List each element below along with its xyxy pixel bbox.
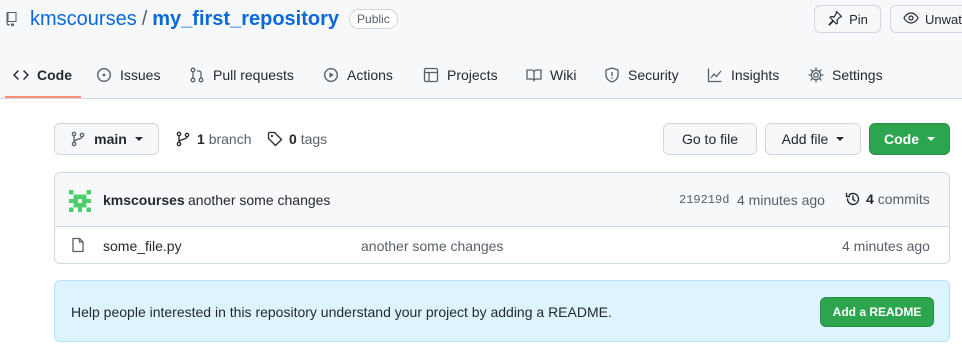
tab-label: Projects bbox=[447, 67, 498, 83]
visibility-badge: Public bbox=[349, 9, 398, 29]
tab-label: Code bbox=[37, 67, 72, 83]
tag-count: 0 bbox=[289, 131, 297, 147]
branch-name: main bbox=[94, 131, 127, 147]
file-icon bbox=[70, 237, 86, 253]
repo-icon bbox=[6, 10, 20, 28]
chevron-down-icon bbox=[927, 137, 935, 141]
repo-title: kmscourses / my_first_repository Public bbox=[6, 6, 398, 32]
tab-label: Issues bbox=[120, 67, 161, 83]
tab-security[interactable]: Security bbox=[604, 58, 679, 92]
add-readme-label: Add a README bbox=[832, 305, 922, 319]
tab-actions[interactable]: Actions bbox=[323, 58, 393, 92]
git-branch-icon bbox=[175, 131, 191, 147]
pull-request-icon bbox=[189, 67, 205, 83]
code-icon bbox=[13, 67, 29, 83]
commit-message-link[interactable]: another some changes bbox=[188, 192, 330, 208]
commits-link[interactable]: 4 commits bbox=[845, 191, 930, 207]
file-row[interactable]: some_file.py another some changes 4 minu… bbox=[55, 227, 949, 263]
tab-issues[interactable]: Issues bbox=[96, 58, 160, 92]
branch-word: branch bbox=[208, 131, 252, 147]
branches-link[interactable]: 1 branch bbox=[175, 128, 252, 150]
repo-header: kmscourses / my_first_repository Public … bbox=[0, 0, 962, 99]
table-icon bbox=[423, 67, 439, 83]
go-to-file-button[interactable]: Go to file bbox=[663, 123, 757, 155]
unwatch-button[interactable]: Unwatch bbox=[890, 5, 962, 33]
commit-time: 4 minutes ago bbox=[737, 192, 825, 208]
tag-word: tags bbox=[300, 131, 328, 147]
add-readme-button[interactable]: Add a README bbox=[820, 297, 934, 327]
tab-label: Wiki bbox=[550, 67, 577, 83]
code-button-label: Code bbox=[884, 131, 919, 147]
chevron-down-icon bbox=[836, 137, 845, 141]
readme-prompt-text: Help people interested in this repositor… bbox=[71, 304, 612, 320]
eye-icon bbox=[903, 10, 919, 29]
active-tab-underline bbox=[5, 96, 81, 98]
tab-label: Security bbox=[628, 67, 679, 83]
path-separator: / bbox=[141, 7, 148, 30]
readme-prompt: Help people interested in this repositor… bbox=[54, 280, 950, 342]
tab-code[interactable]: Code bbox=[13, 58, 72, 92]
repo-owner-link[interactable]: kmscourses bbox=[30, 8, 137, 31]
graph-icon bbox=[707, 67, 723, 83]
commit-word: commits bbox=[877, 191, 930, 207]
avatar[interactable] bbox=[69, 190, 91, 215]
repo-name-link[interactable]: my_first_repository bbox=[152, 8, 339, 31]
tab-projects[interactable]: Projects bbox=[423, 58, 498, 92]
chevron-down-icon bbox=[134, 137, 143, 141]
go-to-file-label: Go to file bbox=[681, 131, 739, 147]
file-commit-time: 4 minutes ago bbox=[842, 238, 930, 254]
tab-insights[interactable]: Insights bbox=[707, 58, 779, 92]
pin-icon bbox=[827, 10, 843, 29]
branch-select-button[interactable]: main bbox=[54, 123, 159, 155]
code-clone-button[interactable]: Code bbox=[869, 123, 950, 155]
commit-sha-link[interactable]: 219219d bbox=[679, 193, 729, 207]
branch-count: 1 bbox=[197, 131, 205, 147]
play-icon bbox=[323, 67, 339, 83]
tab-pull-requests[interactable]: Pull requests bbox=[189, 58, 294, 92]
tab-label: Settings bbox=[832, 67, 883, 83]
commit-count: 4 bbox=[866, 191, 874, 207]
tab-label: Actions bbox=[347, 67, 393, 83]
unwatch-label: Unwatch bbox=[925, 11, 962, 27]
tags-link[interactable]: 0 tags bbox=[267, 128, 327, 150]
book-icon bbox=[526, 67, 542, 83]
commit-author-link[interactable]: kmscourses bbox=[103, 192, 185, 208]
git-branch-icon bbox=[70, 131, 86, 147]
pin-label: Pin bbox=[849, 11, 868, 27]
latest-commit-row: kmscourses another some changes 219219d … bbox=[55, 173, 949, 227]
tab-settings[interactable]: Settings bbox=[808, 58, 883, 92]
add-file-label: Add file bbox=[781, 131, 829, 147]
add-file-button[interactable]: Add file bbox=[765, 123, 861, 155]
file-commit-message-link[interactable]: another some changes bbox=[361, 238, 503, 254]
tag-icon bbox=[267, 131, 283, 147]
tab-label: Pull requests bbox=[213, 67, 294, 83]
file-listing: kmscourses another some changes 219219d … bbox=[54, 172, 950, 264]
history-icon bbox=[845, 191, 861, 207]
gear-icon bbox=[808, 67, 824, 83]
pin-button[interactable]: Pin bbox=[814, 5, 881, 33]
file-name-link[interactable]: some_file.py bbox=[103, 238, 182, 254]
tab-wiki[interactable]: Wiki bbox=[526, 58, 576, 92]
issue-icon bbox=[96, 67, 112, 83]
tab-label: Insights bbox=[731, 67, 780, 83]
shield-icon bbox=[604, 67, 620, 83]
